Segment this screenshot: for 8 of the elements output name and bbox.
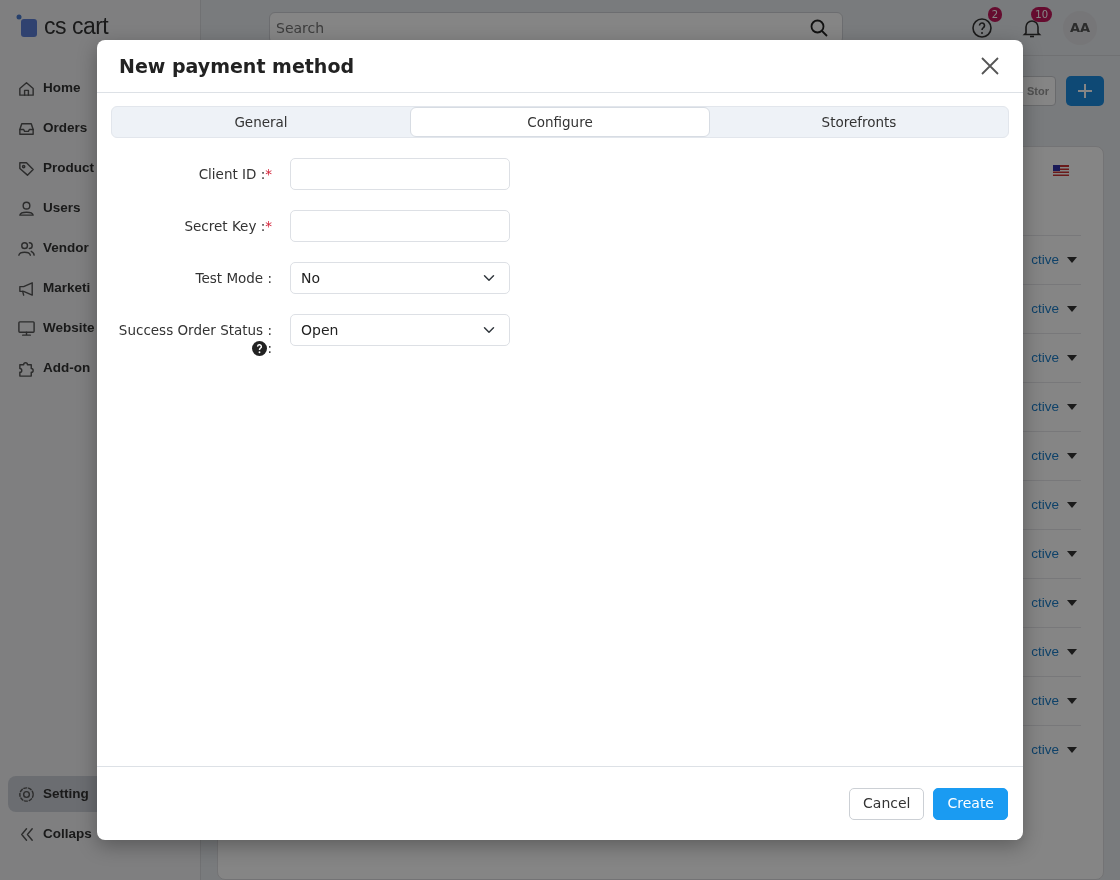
count-badge: 10	[1031, 6, 1052, 22]
modal-title: New payment method	[119, 54, 355, 78]
field-label: Secret Key :*	[183, 217, 272, 235]
count-badge: 2	[987, 6, 1002, 22]
field-label: Test Mode :	[194, 269, 272, 287]
logo-text: cs cart	[44, 11, 109, 41]
field-label: Client ID :*	[197, 165, 272, 183]
field-label: Success Order Status : :	[117, 321, 272, 357]
